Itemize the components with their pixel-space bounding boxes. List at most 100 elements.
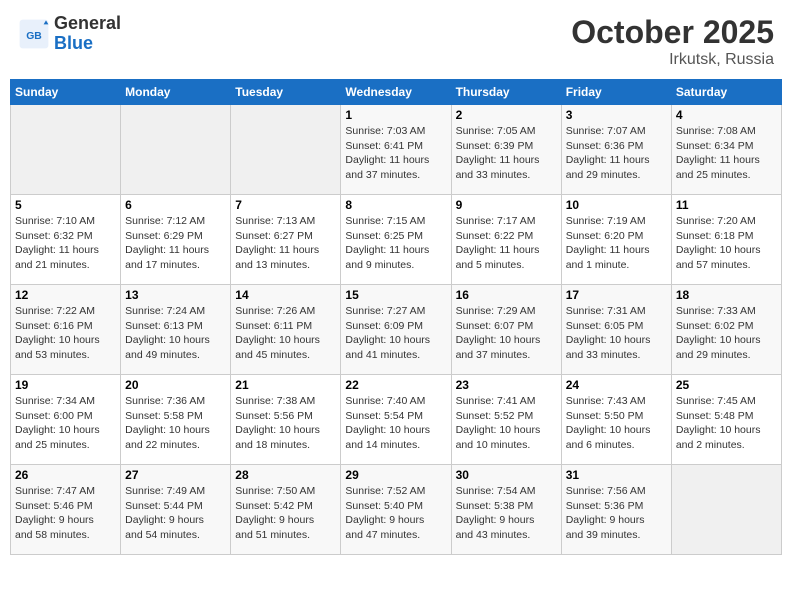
day-cell bbox=[231, 105, 341, 195]
day-number: 8 bbox=[345, 198, 446, 212]
day-cell: 10 Sunrise: 7:19 AMSunset: 6:20 PMDayligh… bbox=[561, 195, 671, 285]
location-subtitle: Irkutsk, Russia bbox=[571, 51, 774, 69]
day-number: 31 bbox=[566, 468, 667, 482]
logo-blue-text: Blue bbox=[54, 34, 121, 54]
week-row-2: 5 Sunrise: 7:10 AMSunset: 6:32 PMDaylight… bbox=[11, 195, 782, 285]
day-number: 27 bbox=[125, 468, 226, 482]
day-cell: 21 Sunrise: 7:38 AMSunset: 5:56 PMDayligh… bbox=[231, 375, 341, 465]
day-cell: 2 Sunrise: 7:05 AMSunset: 6:39 PMDaylight… bbox=[451, 105, 561, 195]
day-number: 5 bbox=[15, 198, 116, 212]
day-info: Sunrise: 7:56 AMSunset: 5:36 PMDaylight:… bbox=[566, 484, 667, 543]
day-cell: 6Sunrise: 7:12 AMSunset: 6:29 PMDaylight… bbox=[121, 195, 231, 285]
day-cell bbox=[11, 105, 121, 195]
day-number: 16 bbox=[456, 288, 557, 302]
day-number: 22 bbox=[345, 378, 446, 392]
day-cell: 23 Sunrise: 7:41 AMSunset: 5:52 PMDayligh… bbox=[451, 375, 561, 465]
day-cell: 19 Sunrise: 7:34 AMSunset: 6:00 PMDayligh… bbox=[11, 375, 121, 465]
day-cell: 8 Sunrise: 7:15 AMSunset: 6:25 PMDaylight… bbox=[341, 195, 451, 285]
day-cell: 15 Sunrise: 7:27 AMSunset: 6:09 PMDayligh… bbox=[341, 285, 451, 375]
day-cell: 24Sunrise: 7:43 AMSunset: 5:50 PMDayligh… bbox=[561, 375, 671, 465]
week-row-1: 1Sunrise: 7:03 AMSunset: 6:41 PMDaylight… bbox=[11, 105, 782, 195]
day-cell: 18 Sunrise: 7:33 AMSunset: 6:02 PMDayligh… bbox=[671, 285, 781, 375]
day-number: 4 bbox=[676, 108, 777, 122]
day-info: Sunrise: 7:05 AMSunset: 6:39 PMDaylight:… bbox=[456, 124, 557, 183]
week-row-4: 19 Sunrise: 7:34 AMSunset: 6:00 PMDayligh… bbox=[11, 375, 782, 465]
day-info: Sunrise: 7:33 AMSunset: 6:02 PMDaylight:… bbox=[676, 304, 777, 363]
day-cell: 14 Sunrise: 7:26 AMSunset: 6:11 PMDayligh… bbox=[231, 285, 341, 375]
day-cell: 28 Sunrise: 7:50 AMSunset: 5:42 PMDayligh… bbox=[231, 465, 341, 555]
logo-general: General bbox=[54, 14, 121, 34]
day-info: Sunrise: 7:31 AMSunset: 6:05 PMDaylight:… bbox=[566, 304, 667, 363]
col-header-saturday: Saturday bbox=[671, 80, 781, 105]
day-info: Sunrise: 7:10 AMSunset: 6:32 PMDaylight:… bbox=[15, 214, 116, 273]
day-cell: 31 Sunrise: 7:56 AMSunset: 5:36 PMDayligh… bbox=[561, 465, 671, 555]
day-info: Sunrise: 7:12 AMSunset: 6:29 PMDaylight:… bbox=[125, 214, 226, 273]
day-cell: 5 Sunrise: 7:10 AMSunset: 6:32 PMDaylight… bbox=[11, 195, 121, 285]
col-header-wednesday: Wednesday bbox=[341, 80, 451, 105]
day-info: Sunrise: 7:03 AMSunset: 6:41 PMDaylight:… bbox=[345, 124, 446, 183]
day-cell: 9Sunrise: 7:17 AMSunset: 6:22 PMDaylight… bbox=[451, 195, 561, 285]
day-number: 19 bbox=[15, 378, 116, 392]
day-number: 2 bbox=[456, 108, 557, 122]
calendar-body: 1Sunrise: 7:03 AMSunset: 6:41 PMDaylight… bbox=[11, 105, 782, 555]
day-info: Sunrise: 7:50 AMSunset: 5:42 PMDaylight:… bbox=[235, 484, 336, 543]
day-info: Sunrise: 7:13 AMSunset: 6:27 PMDaylight:… bbox=[235, 214, 336, 273]
day-info: Sunrise: 7:17 AMSunset: 6:22 PMDaylight:… bbox=[456, 214, 557, 273]
day-info: Sunrise: 7:19 AMSunset: 6:20 PMDaylight:… bbox=[566, 214, 667, 273]
day-info: Sunrise: 7:43 AMSunset: 5:50 PMDaylight:… bbox=[566, 394, 667, 453]
day-cell: 20 Sunrise: 7:36 AMSunset: 5:58 PMDayligh… bbox=[121, 375, 231, 465]
day-number: 3 bbox=[566, 108, 667, 122]
day-number: 10 bbox=[566, 198, 667, 212]
day-number: 29 bbox=[345, 468, 446, 482]
day-cell: 17Sunrise: 7:31 AMSunset: 6:05 PMDayligh… bbox=[561, 285, 671, 375]
day-cell: 3Sunrise: 7:07 AMSunset: 6:36 PMDaylight… bbox=[561, 105, 671, 195]
day-cell: 27 Sunrise: 7:49 AMSunset: 5:44 PMDayligh… bbox=[121, 465, 231, 555]
day-info: Sunrise: 7:34 AMSunset: 6:00 PMDaylight:… bbox=[15, 394, 116, 453]
day-number: 21 bbox=[235, 378, 336, 392]
day-info: Sunrise: 7:54 AMSunset: 5:38 PMDaylight:… bbox=[456, 484, 557, 543]
day-cell: 16Sunrise: 7:29 AMSunset: 6:07 PMDayligh… bbox=[451, 285, 561, 375]
day-number: 28 bbox=[235, 468, 336, 482]
day-cell bbox=[121, 105, 231, 195]
day-info: Sunrise: 7:38 AMSunset: 5:56 PMDaylight:… bbox=[235, 394, 336, 453]
day-info: Sunrise: 7:26 AMSunset: 6:11 PMDaylight:… bbox=[235, 304, 336, 363]
day-info: Sunrise: 7:15 AMSunset: 6:25 PMDaylight:… bbox=[345, 214, 446, 273]
col-header-thursday: Thursday bbox=[451, 80, 561, 105]
month-title: October 2025 bbox=[571, 14, 774, 51]
day-info: Sunrise: 7:41 AMSunset: 5:52 PMDaylight:… bbox=[456, 394, 557, 453]
day-number: 30 bbox=[456, 468, 557, 482]
day-cell: 26 Sunrise: 7:47 AMSunset: 5:46 PMDayligh… bbox=[11, 465, 121, 555]
week-row-5: 26 Sunrise: 7:47 AMSunset: 5:46 PMDayligh… bbox=[11, 465, 782, 555]
day-number: 15 bbox=[345, 288, 446, 302]
day-info: Sunrise: 7:52 AMSunset: 5:40 PMDaylight:… bbox=[345, 484, 446, 543]
day-number: 12 bbox=[15, 288, 116, 302]
day-cell: 11Sunrise: 7:20 AMSunset: 6:18 PMDayligh… bbox=[671, 195, 781, 285]
day-info: Sunrise: 7:08 AMSunset: 6:34 PMDaylight:… bbox=[676, 124, 777, 183]
day-info: Sunrise: 7:47 AMSunset: 5:46 PMDaylight:… bbox=[15, 484, 116, 543]
page-header: GB General Blue October 2025 Irkutsk, Ru… bbox=[10, 10, 782, 73]
day-cell: 25Sunrise: 7:45 AMSunset: 5:48 PMDayligh… bbox=[671, 375, 781, 465]
day-cell: 13Sunrise: 7:24 AMSunset: 6:13 PMDayligh… bbox=[121, 285, 231, 375]
day-number: 26 bbox=[15, 468, 116, 482]
logo: GB General Blue bbox=[18, 14, 121, 54]
day-info: Sunrise: 7:49 AMSunset: 5:44 PMDaylight:… bbox=[125, 484, 226, 543]
day-number: 14 bbox=[235, 288, 336, 302]
header-row: SundayMondayTuesdayWednesdayThursdayFrid… bbox=[11, 80, 782, 105]
day-cell: 29 Sunrise: 7:52 AMSunset: 5:40 PMDayligh… bbox=[341, 465, 451, 555]
day-cell: 7Sunrise: 7:13 AMSunset: 6:27 PMDaylight… bbox=[231, 195, 341, 285]
day-info: Sunrise: 7:36 AMSunset: 5:58 PMDaylight:… bbox=[125, 394, 226, 453]
title-block: October 2025 Irkutsk, Russia bbox=[571, 14, 774, 69]
day-number: 23 bbox=[456, 378, 557, 392]
day-number: 20 bbox=[125, 378, 226, 392]
col-header-monday: Monday bbox=[121, 80, 231, 105]
calendar-header: SundayMondayTuesdayWednesdayThursdayFrid… bbox=[11, 80, 782, 105]
day-info: Sunrise: 7:24 AMSunset: 6:13 PMDaylight:… bbox=[125, 304, 226, 363]
day-number: 18 bbox=[676, 288, 777, 302]
day-number: 25 bbox=[676, 378, 777, 392]
day-number: 11 bbox=[676, 198, 777, 212]
day-info: Sunrise: 7:27 AMSunset: 6:09 PMDaylight:… bbox=[345, 304, 446, 363]
logo-icon: GB bbox=[18, 18, 50, 50]
logo-text: General Blue bbox=[54, 14, 121, 54]
col-header-friday: Friday bbox=[561, 80, 671, 105]
day-cell: 30 Sunrise: 7:54 AMSunset: 5:38 PMDayligh… bbox=[451, 465, 561, 555]
